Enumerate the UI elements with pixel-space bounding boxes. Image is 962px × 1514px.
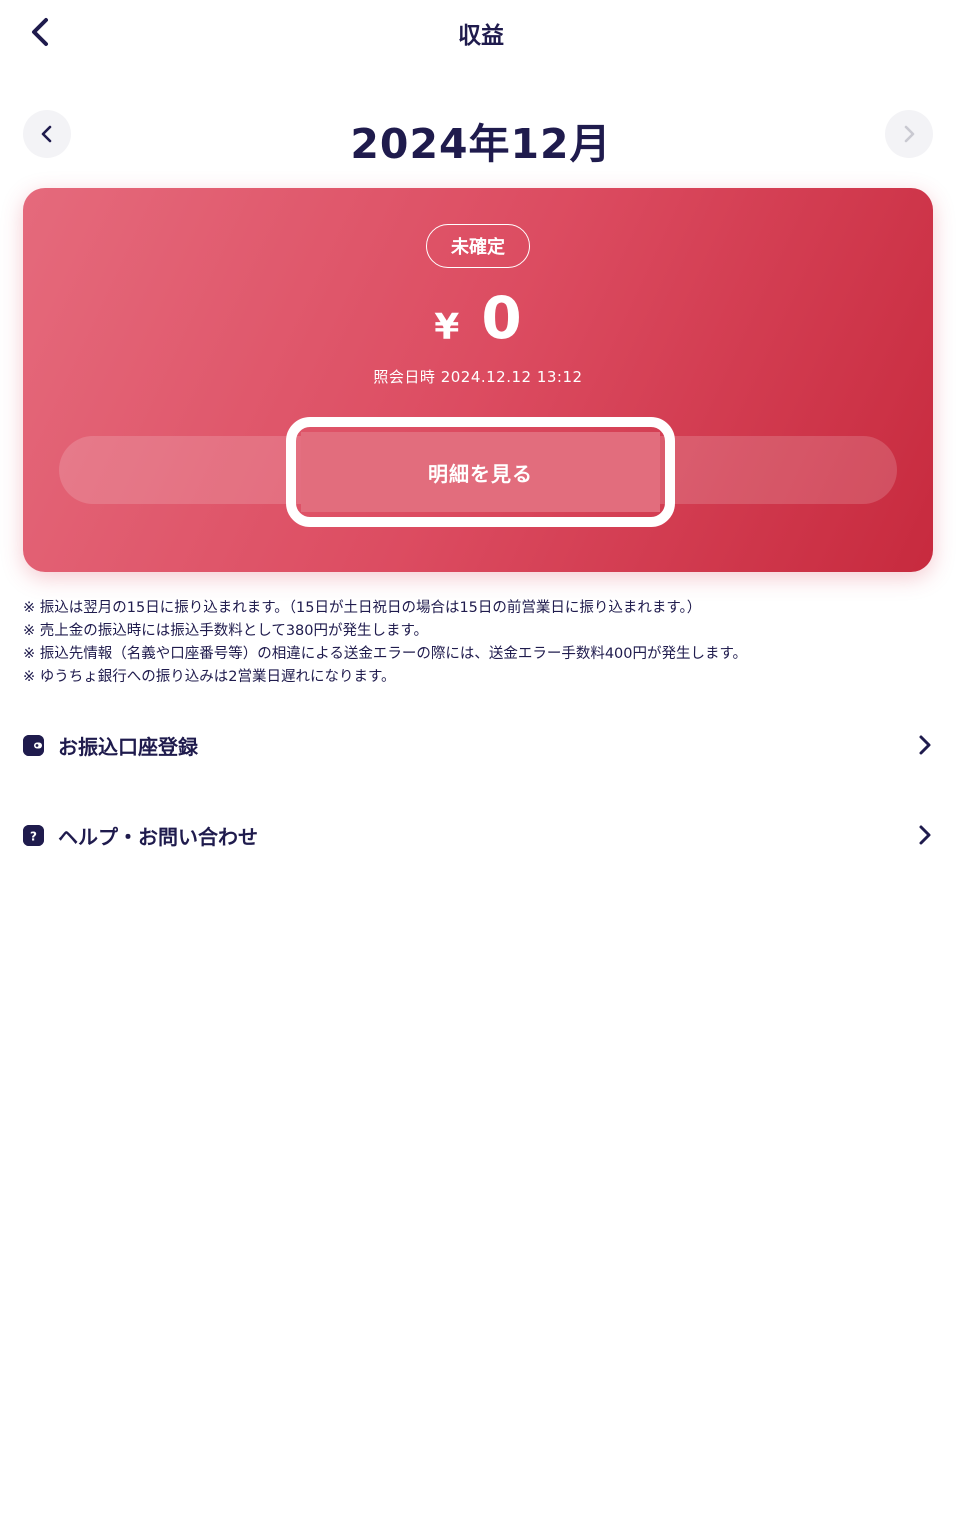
menu-label: ヘルプ・お問い合わせ xyxy=(58,824,258,849)
currency-symbol: ¥ xyxy=(434,306,460,348)
note-line: ※ 売上金の振込時には振込手数料として380円が発生します。 xyxy=(23,623,429,639)
query-timestamp: 照会日時 2024.12.12 13:12 xyxy=(373,368,583,386)
earnings-card: 未確定 ¥ 0 照会日時 2024.12.12 13:12 明細を見る xyxy=(23,188,933,572)
notes: ※ 振込は翌月の15日に振り込まれます。（15日が土日祝日の場合は15日の前営業… xyxy=(23,597,943,689)
note-line: ※ 振込は翌月の15日に振り込まれます。（15日が土日祝日の場合は15日の前営業… xyxy=(23,600,702,616)
chevron-right-icon xyxy=(919,825,931,845)
header: 収益 xyxy=(0,0,962,66)
help-contact-item[interactable]: ? ヘルプ・お問い合わせ xyxy=(23,807,935,863)
page-title: 収益 xyxy=(458,23,504,49)
wallet-icon xyxy=(23,734,44,756)
month-label: 2024年12月 xyxy=(350,120,612,168)
svg-text:?: ? xyxy=(30,829,37,843)
next-month-button[interactable] xyxy=(885,110,933,158)
earnings-screen: 収益 2024年12月 未確定 ¥ 0 照会日時 2024.12.12 13:1… xyxy=(0,0,962,1514)
menu-label: お振込口座登録 xyxy=(58,734,198,759)
earnings-amount: 0 xyxy=(481,284,522,352)
chevron-right-icon xyxy=(919,735,931,755)
status-badge: 未確定 xyxy=(426,224,530,268)
bank-account-registration-item[interactable]: お振込口座登録 xyxy=(23,717,935,773)
chevron-right-icon xyxy=(904,125,915,143)
help-icon: ? xyxy=(23,824,44,846)
amount-row: ¥ 0 xyxy=(23,280,933,356)
view-details-button[interactable]: 明細を見る xyxy=(301,432,660,512)
note-line: ※ 振込先情報（名義や口座番号等）の相違による送金エラーの際には、送金エラー手数… xyxy=(23,646,748,662)
note-line: ※ ゆうちょ銀行への振り込みは2営業日遅れになります。 xyxy=(23,669,396,685)
